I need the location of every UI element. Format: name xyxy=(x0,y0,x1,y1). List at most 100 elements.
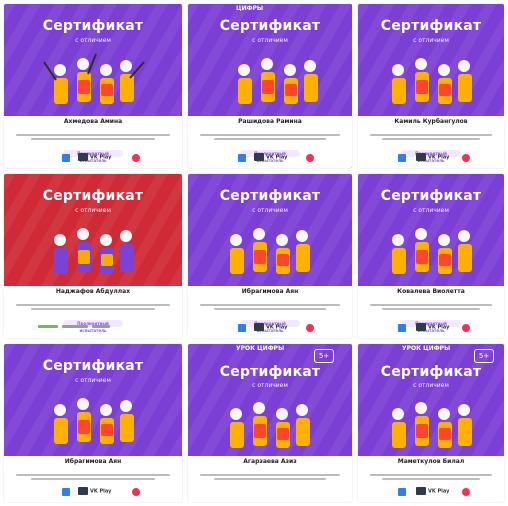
sponsor-square-icon xyxy=(398,154,406,162)
certificate-header: УРОК ЦИФРЫ 5+ Сертификат с отличием xyxy=(188,344,352,456)
certificate-body: Ибрагимова Аян Пролиантный испытатель VK… xyxy=(188,286,352,338)
certificate-description xyxy=(370,132,492,142)
sponsor-dot-icon xyxy=(132,154,140,162)
certificate-description xyxy=(370,302,492,312)
sponsor-logos: VK Play xyxy=(4,484,182,496)
participant-name: Ибрагимова Аян xyxy=(241,288,299,295)
certificate-subtitle: с отличием xyxy=(252,37,288,44)
certificate-title: Сертификат xyxy=(380,18,482,34)
urok-cifry-logo: УРОК ЦИФРЫ xyxy=(236,345,285,352)
kids-illustration xyxy=(392,228,472,274)
sponsor-logos: VK Play xyxy=(358,484,504,496)
certificate-body: Маметкулов Билал VK Play xyxy=(358,456,504,502)
sponsor-logos: VK Play xyxy=(358,320,504,332)
certificate-card[interactable]: УРОК ЦИФРЫ 5+ Сертификат с отличием Маме… xyxy=(358,344,504,502)
urok-cifry-logo: УРОК ЦИФРЫ xyxy=(402,345,451,352)
certificate-card[interactable]: УРОК ЦИФРЫ 5+ Сертификат с отличием Агар… xyxy=(188,344,352,502)
participant-name: Маметкулов Билал xyxy=(397,458,465,465)
participant-name: Агарзаева Азиз xyxy=(243,458,297,465)
sponsor-logos: VK Play xyxy=(358,150,504,162)
certificate-gallery: Сертификат с отличием Ахмедова Амина Про… xyxy=(4,4,504,502)
certificate-header: Сертификат с отличием xyxy=(4,174,182,286)
sponsor-gray-logo xyxy=(62,325,88,328)
urok-cifry-logo: ЦИФРЫ xyxy=(236,5,264,12)
certificate-title: Сертификат xyxy=(42,358,144,374)
participant-name: Наджафов Абдуллах xyxy=(55,288,131,295)
certificate-title: Сертификат xyxy=(380,188,482,204)
certificate-card[interactable]: ЦИФРЫ Сертификат с отличием Рашидова Рам… xyxy=(188,4,352,168)
sponsor-dot-icon xyxy=(132,488,140,496)
sponsor-dot-icon xyxy=(462,324,470,332)
sponsor-logos: VK Play xyxy=(4,150,182,162)
certificate-description xyxy=(200,132,340,142)
participant-name: Рашидова Рамина xyxy=(238,118,302,125)
participant-name: Ковалева Виолетта xyxy=(397,288,465,295)
certificate-body: Ахмедова Амина Пролиантный испытатель VK… xyxy=(4,116,182,168)
sponsor-dot-icon xyxy=(462,488,470,496)
certificate-subtitle: с отличием xyxy=(75,377,111,384)
sponsor-square-icon xyxy=(238,324,246,332)
certificate-subtitle: с отличием xyxy=(413,37,449,44)
certificate-card[interactable]: Сертификат с отличием Камиль Курбангулов… xyxy=(358,4,504,168)
certificate-title: Сертификат xyxy=(219,364,321,380)
certificate-subtitle: с отличием xyxy=(413,382,449,389)
certificate-card[interactable]: Сертификат с отличием Ибрагимова Аян VK … xyxy=(4,344,182,502)
age-rating-badge: 5+ xyxy=(314,349,334,363)
certificate-header: Сертификат с отличием xyxy=(4,344,182,456)
kids-illustration xyxy=(238,58,318,104)
certificate-title: Сертификат xyxy=(219,188,321,204)
sponsor-square-icon xyxy=(398,324,406,332)
certificate-header: ЦИФРЫ Сертификат с отличием xyxy=(188,4,352,116)
sponsor-logos: VK Play xyxy=(188,320,352,332)
certificate-title: Сертификат xyxy=(42,188,144,204)
certificate-header: Сертификат с отличием xyxy=(358,4,504,116)
certificate-subtitle: с отличием xyxy=(75,37,111,44)
certificate-header: Сертификат с отличием xyxy=(358,174,504,286)
certificate-card[interactable]: Сертификат с отличием Ахмедова Амина Про… xyxy=(4,4,182,168)
certificate-header: Сертификат с отличием xyxy=(188,174,352,286)
sponsor-gray-logo xyxy=(92,325,110,328)
kids-illustration xyxy=(392,402,472,448)
certificate-card[interactable]: Сертификат с отличием Ковалева Виолетта … xyxy=(358,174,504,338)
certificate-description xyxy=(370,472,492,482)
age-rating-badge: 5+ xyxy=(474,349,494,363)
certificate-subtitle: с отличием xyxy=(252,382,288,389)
certificate-card[interactable]: Сертификат с отличием Ибрагимова Аян Про… xyxy=(188,174,352,338)
vk-play-logo: VK Play xyxy=(78,487,111,495)
certificate-subtitle: с отличием xyxy=(413,207,449,214)
kids-illustration xyxy=(43,53,145,104)
sponsor-dot-icon xyxy=(306,324,314,332)
kids-illustration xyxy=(230,228,310,274)
certificate-body: Ковалева Виолетта Пролиантный испытатель… xyxy=(358,286,504,338)
sponsor-logos: VK Play xyxy=(188,150,352,162)
kids-illustration xyxy=(230,402,310,448)
certificate-header: УРОК ЦИФРЫ 5+ Сертификат с отличием xyxy=(358,344,504,456)
certificate-description xyxy=(200,302,340,312)
certificate-description xyxy=(16,132,170,142)
sponsor-logos xyxy=(4,320,182,332)
certificate-title: Сертификат xyxy=(42,18,144,34)
kids-illustration xyxy=(392,58,472,104)
sponsor-square-icon xyxy=(62,488,70,496)
sponsor-square-icon xyxy=(62,154,70,162)
certificate-title: Сертификат xyxy=(380,364,482,380)
vk-play-logo: VK Play xyxy=(78,153,111,161)
vk-play-logo: VK Play xyxy=(416,487,449,495)
vk-play-logo: VK Play xyxy=(416,153,449,161)
certificate-title: Сертификат xyxy=(219,18,321,34)
sponsor-square-icon xyxy=(398,488,406,496)
certificate-subtitle: с отличием xyxy=(252,207,288,214)
certificate-description xyxy=(200,472,340,482)
certificate-description xyxy=(16,472,170,482)
certificate-body: Наджафов Абдуллах Пролиантный испытатель xyxy=(4,286,182,338)
certificate-body: Ибрагимова Аян VK Play xyxy=(4,456,182,502)
certificate-card[interactable]: Сертификат с отличием Наджафов Абдуллах … xyxy=(4,174,182,338)
certificate-description xyxy=(16,302,170,312)
certificate-header: Сертификат с отличием xyxy=(4,4,182,116)
certificate-subtitle: с отличием xyxy=(75,207,111,214)
vk-play-logo: VK Play xyxy=(254,323,287,331)
participant-name: Камиль Курбангулов xyxy=(394,118,468,125)
sponsor-square-icon xyxy=(238,154,246,162)
certificate-body: Агарзаева Азиз xyxy=(188,456,352,502)
sponsor-dot-icon xyxy=(306,154,314,162)
